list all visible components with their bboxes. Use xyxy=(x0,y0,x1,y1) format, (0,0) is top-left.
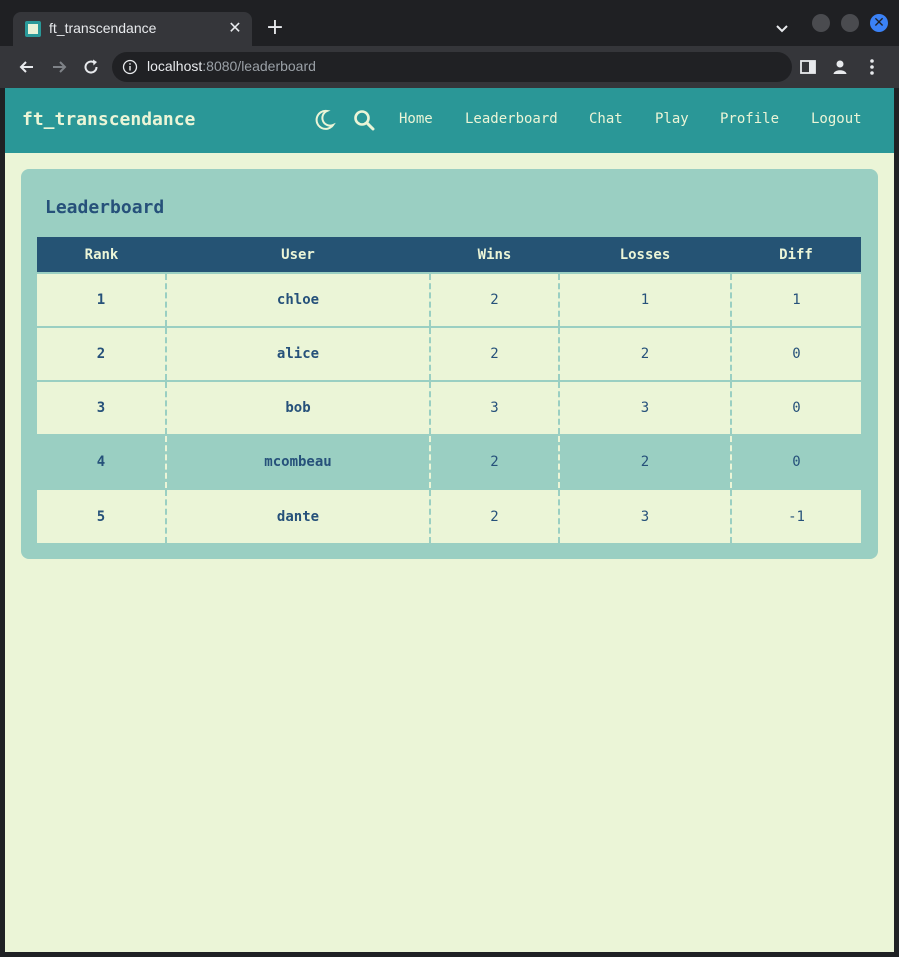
nav-link-home[interactable]: Home xyxy=(399,111,433,127)
nav-link-play[interactable]: Play xyxy=(655,111,689,127)
cell-rank: 4 xyxy=(37,434,166,489)
cell-diff: 0 xyxy=(730,434,861,489)
page-title: Leaderboard xyxy=(45,197,165,218)
cell-wins: 2 xyxy=(429,434,559,489)
column-header-rank: Rank xyxy=(37,237,166,273)
table-row: 1 chloe 2 1 1 xyxy=(37,272,861,327)
favicon-icon xyxy=(25,21,41,37)
tab-title: ft_transcendance xyxy=(49,20,157,36)
cell-wins: 2 xyxy=(429,272,559,327)
side-panel-icon[interactable] xyxy=(798,57,818,77)
cell-rank: 1 xyxy=(37,272,166,327)
forward-arrow-icon[interactable] xyxy=(49,57,69,77)
cell-losses: 3 xyxy=(558,380,731,435)
cell-rank: 3 xyxy=(37,380,166,435)
close-window-icon[interactable]: ✕ xyxy=(870,14,888,32)
browser-tabstrip: ft_transcendance ✕ + ✕ xyxy=(0,0,899,46)
moon-icon[interactable] xyxy=(312,108,336,132)
cell-losses: 3 xyxy=(558,488,731,543)
table-row: 2 alice 2 2 0 xyxy=(37,326,861,381)
cell-user[interactable]: bob xyxy=(165,380,430,435)
cell-user[interactable]: chloe xyxy=(165,272,430,327)
table-row: 5 dante 2 3 -1 xyxy=(37,488,861,543)
cell-wins: 3 xyxy=(429,380,559,435)
tab-search-chevron-icon[interactable] xyxy=(772,18,792,38)
table-row-current-user: 4 mcombeau 2 2 0 xyxy=(37,434,861,489)
nav-link-leaderboard[interactable]: Leaderboard xyxy=(465,111,558,127)
browser-tab[interactable]: ft_transcendance ✕ xyxy=(13,12,252,46)
profile-avatar-icon[interactable] xyxy=(830,57,850,77)
cell-losses: 2 xyxy=(558,326,731,381)
navbar: ft_transcendance Home Leaderboard Chat P… xyxy=(5,88,894,153)
reload-icon[interactable] xyxy=(81,57,101,77)
column-header-losses: Losses xyxy=(559,237,731,273)
address-bar[interactable]: localhost:8080/leaderboard xyxy=(112,52,792,82)
leaderboard-table: Rank User Wins Losses Diff 1 chloe 2 1 1… xyxy=(37,237,861,543)
table-row: 3 bob 3 3 0 xyxy=(37,380,861,435)
page-viewport: ft_transcendance Home Leaderboard Chat P… xyxy=(5,88,894,952)
cell-diff: 0 xyxy=(730,380,861,435)
minimize-window-icon[interactable] xyxy=(812,14,830,32)
new-tab-icon[interactable]: + xyxy=(263,17,287,41)
cell-diff: 0 xyxy=(730,326,861,381)
nav-link-chat[interactable]: Chat xyxy=(589,111,623,127)
cell-diff: 1 xyxy=(730,272,861,327)
site-info-icon[interactable] xyxy=(122,59,138,75)
leaderboard-card: Leaderboard Rank User Wins Losses Diff 1… xyxy=(21,169,878,559)
cell-user[interactable]: alice xyxy=(165,326,430,381)
column-header-diff: Diff xyxy=(731,237,861,273)
url-path: :8080/leaderboard xyxy=(202,58,316,74)
cell-wins: 2 xyxy=(429,488,559,543)
cell-user[interactable]: dante xyxy=(165,488,430,543)
maximize-window-icon[interactable] xyxy=(841,14,859,32)
close-tab-icon[interactable]: ✕ xyxy=(226,19,244,37)
brand-title[interactable]: ft_transcendance xyxy=(22,109,195,130)
cell-losses: 2 xyxy=(558,434,731,489)
column-header-user: User xyxy=(166,237,430,273)
column-header-wins: Wins xyxy=(430,237,559,273)
url-host: localhost xyxy=(147,58,203,74)
cell-rank: 2 xyxy=(37,326,166,381)
cell-rank: 5 xyxy=(37,488,166,543)
table-header-row: Rank User Wins Losses Diff xyxy=(37,237,861,273)
url-text: localhost:8080/leaderboard xyxy=(147,58,316,74)
cell-user[interactable]: mcombeau xyxy=(165,434,430,489)
nav-link-logout[interactable]: Logout xyxy=(811,111,862,127)
nav-link-profile[interactable]: Profile xyxy=(720,111,779,127)
back-arrow-icon[interactable] xyxy=(17,57,37,77)
cell-diff: -1 xyxy=(730,488,861,543)
cell-wins: 2 xyxy=(429,326,559,381)
search-icon[interactable] xyxy=(352,108,376,132)
cell-losses: 1 xyxy=(558,272,731,327)
more-menu-icon[interactable] xyxy=(862,57,882,77)
